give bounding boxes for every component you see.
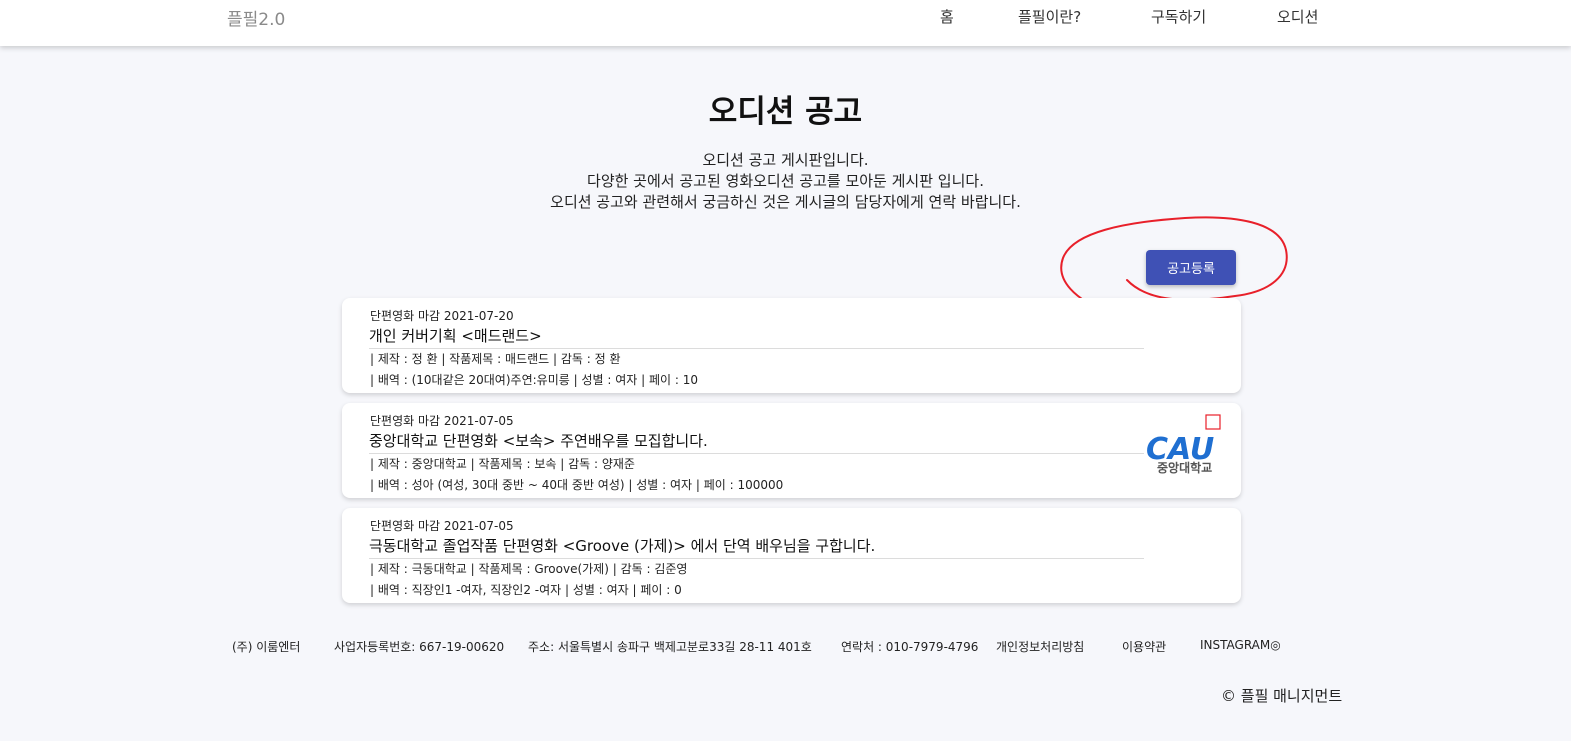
top-navigation-bar: 플필2.0 홈 플필이란? 구독하기 오디션 (0, 0, 1571, 46)
intro-line: 다양한 곳에서 공고된 영화오디션 공고를 모아둔 게시판 입니다. (587, 172, 984, 190)
footer-company: (주) 이룸엔터 (232, 640, 301, 654)
page-title: 오디션 공고 (708, 94, 863, 130)
post-title[interactable]: 극동대학교 졸업작품 단편영화 <Groove (가제)> 에서 단역 배우님을… (369, 535, 1144, 559)
post-production-info: | 제작 : 중앙대학교 | 작품제목 : 보속 | 감독 : 양재준 (370, 457, 635, 471)
post-meta: 단편영화 마감 2021-07-20 (370, 309, 514, 323)
nav-audition[interactable]: 오디션 (1277, 6, 1318, 27)
nav-home[interactable]: 홈 (940, 6, 954, 27)
register-post-button[interactable]: 공고등록 (1146, 250, 1236, 285)
post-role-info: | 배역 : 성아 (여성, 30대 중반 ~ 40대 중반 여성) | 성별 … (370, 478, 784, 492)
post-title[interactable]: 중앙대학교 단편영화 <보속> 주연배우를 모집합니다. (369, 430, 1144, 454)
nav-about[interactable]: 플필이란? (1018, 6, 1081, 27)
footer-terms-link[interactable]: 이용약관 (1122, 638, 1166, 655)
intro-text: 오디션 공고 게시판입니다. 다양한 곳에서 공고된 영화오디션 공고를 모아둔… (0, 150, 1571, 213)
footer-registration: 사업자등록번호: 667-19-00620 (334, 640, 505, 654)
intro-line: 오디션 공고와 관련해서 궁금하신 것은 게시글의 담당자에게 연락 바랍니다. (550, 193, 1021, 211)
nav-subscribe[interactable]: 구독하기 (1151, 6, 1206, 27)
footer-address: 주소: 서울특별시 송파구 백제고분로33길 28-11 401호 (528, 640, 812, 654)
audition-post-card[interactable]: 단편영화 마감 2021-07-20 개인 커버기획 <매드랜드> | 제작 :… (342, 298, 1241, 393)
brand-logo-text[interactable]: 플필2.0 (227, 5, 285, 30)
post-meta: 단편영화 마감 2021-07-05 (370, 414, 514, 428)
post-production-info: | 제작 : 정 환 | 작품제목 : 매드랜드 | 감독 : 정 환 (370, 352, 621, 366)
post-meta: 단편영화 마감 2021-07-05 (370, 519, 514, 533)
audition-post-card[interactable]: 단편영화 마감 2021-07-05 중앙대학교 단편영화 <보속> 주연배우를… (342, 403, 1241, 498)
copyright-text: © 플필 매니지먼트 (1221, 687, 1343, 705)
cau-logo-caption: 중앙대학교 (1157, 461, 1213, 475)
post-title[interactable]: 개인 커버기획 <매드랜드> (369, 325, 1144, 349)
footer-contact: 연락처 : 010-7979-4796 (841, 640, 979, 654)
post-role-info: | 배역 : (10대같은 20대여)주연:유미릉 | 성별 : 여자 | 페이… (370, 373, 698, 387)
post-production-info: | 제작 : 극동대학교 | 작품제목 : Groove(가제) | 감독 : … (370, 562, 688, 576)
intro-line: 오디션 공고 게시판입니다. (702, 151, 869, 169)
post-role-info: | 배역 : 직장인1 -여자, 직장인2 -여자 | 성별 : 여자 | 페이… (370, 583, 682, 597)
audition-post-card[interactable]: 단편영화 마감 2021-07-05 극동대학교 졸업작품 단편영화 <Groo… (342, 508, 1241, 603)
footer-privacy-link[interactable]: 개인정보처리방침 (996, 638, 1084, 655)
footer-instagram-link[interactable]: INSTAGRAM◎ (1200, 638, 1281, 652)
